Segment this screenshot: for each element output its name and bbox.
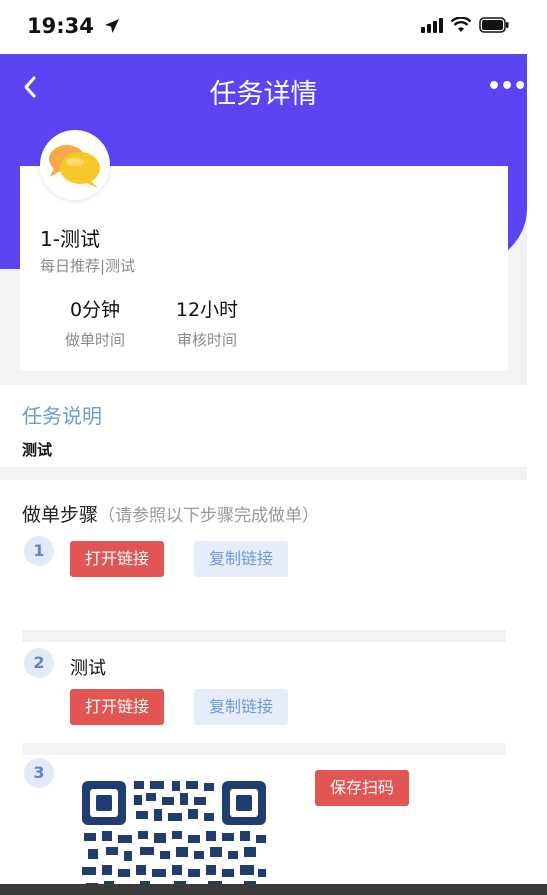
- step-number-1: 1: [24, 536, 54, 566]
- task-avatar: [40, 130, 110, 200]
- task-name: 1-测试: [40, 227, 100, 251]
- more-menu-button[interactable]: •••: [487, 74, 527, 100]
- step-1-open-link-button[interactable]: 打开链接: [70, 541, 165, 577]
- step-number-3: 3: [24, 758, 54, 788]
- more-dots-icon: •••: [487, 74, 527, 99]
- step-1-copy-link-button[interactable]: 复制链接: [194, 541, 289, 577]
- steps-title: 做单步骤: [22, 504, 99, 526]
- stat-duration-value: 0分钟: [69, 299, 121, 321]
- task-category: 每日推荐|测试: [40, 257, 136, 275]
- qr-code-image: [80, 777, 268, 895]
- save-qr-code-button[interactable]: 保存扫码: [315, 770, 410, 806]
- qr-code-icon: [82, 781, 266, 895]
- description-title: 任务说明: [22, 404, 102, 428]
- bottom-edge-bar: [0, 884, 547, 895]
- chat-bubbles-icon: [49, 145, 100, 188]
- status-time: 19:34: [27, 14, 121, 38]
- step-2-text: 测试: [70, 658, 106, 679]
- stat-review-value: 12小时: [175, 299, 239, 321]
- page-title: 任务详情: [209, 79, 318, 110]
- step-divider: [22, 743, 506, 755]
- battery-icon: [479, 17, 509, 33]
- steps-heading: 做单步骤（请参照以下步骤完成做单）: [22, 500, 319, 527]
- wifi-icon: [451, 17, 471, 32]
- step-2-copy-link-button[interactable]: 复制链接: [194, 689, 289, 725]
- steps-hint: （请参照以下步骤完成做单）: [98, 506, 320, 526]
- location-arrow-icon: [105, 19, 120, 33]
- step-2-open-link-button[interactable]: 打开链接: [70, 689, 165, 725]
- stat-duration-label: 做单时间: [64, 331, 125, 349]
- status-time-text: 19:34: [27, 14, 94, 38]
- signal-icon: [421, 18, 443, 33]
- step-divider: [22, 630, 506, 642]
- section-divider: [0, 467, 527, 480]
- status-icons: [421, 14, 509, 36]
- description-body: 测试: [22, 441, 53, 459]
- step-number-2: 2: [24, 648, 54, 678]
- stat-review-label: 审核时间: [176, 331, 237, 349]
